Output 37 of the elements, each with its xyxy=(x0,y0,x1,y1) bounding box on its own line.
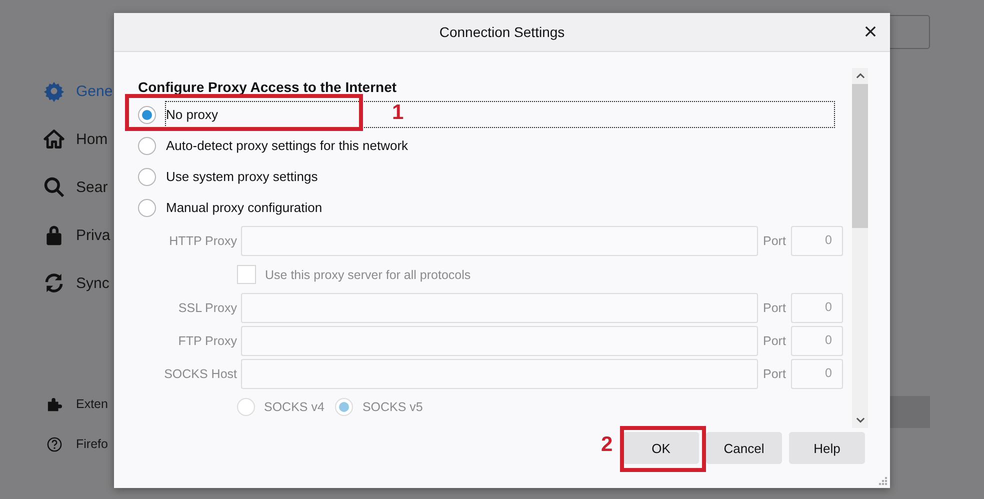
field-label: SSL Proxy xyxy=(177,301,237,315)
cancel-button[interactable]: Cancel xyxy=(706,432,782,464)
search-icon xyxy=(43,176,65,198)
option-label[interactable]: Manual proxy configuration xyxy=(165,194,835,221)
sync-icon xyxy=(43,272,65,294)
scrollbar[interactable] xyxy=(852,68,868,428)
port-label: Port xyxy=(763,234,787,248)
port-label: Port xyxy=(763,301,787,315)
help-icon xyxy=(47,436,62,452)
puzzle-icon xyxy=(47,396,62,412)
field-label: FTP Proxy xyxy=(177,334,237,348)
help-button[interactable]: Help xyxy=(789,432,865,464)
section-heading: Configure Proxy Access to the Internet xyxy=(138,79,398,97)
radio-button[interactable] xyxy=(138,198,156,216)
radio-button[interactable] xyxy=(138,106,156,124)
home-icon xyxy=(43,128,65,150)
option-label[interactable]: Use system proxy settings xyxy=(165,163,835,190)
dialog-title: Connection Settings xyxy=(439,24,565,40)
radio-button[interactable] xyxy=(138,136,156,154)
sidebar-item[interactable]: Firefo xyxy=(0,424,200,464)
field-label: SOCKS Host xyxy=(163,367,237,381)
gear-icon xyxy=(43,80,65,102)
option-label[interactable]: Auto-detect proxy settings for this network xyxy=(165,132,835,159)
content-bar xyxy=(890,396,930,428)
sidebar-item[interactable]: Exten xyxy=(0,384,200,424)
port-label: Port xyxy=(763,334,787,348)
close-icon[interactable] xyxy=(865,26,876,37)
radio-button[interactable] xyxy=(138,168,156,186)
resize-grip-icon[interactable] xyxy=(879,477,887,485)
step-number: 1 xyxy=(392,101,404,125)
step-number: 2 xyxy=(601,433,613,457)
field-label: HTTP Proxy xyxy=(168,234,237,248)
ok-button[interactable]: OK xyxy=(623,432,699,464)
scroll-up-icon[interactable] xyxy=(856,73,864,79)
scrollbar-thumb[interactable] xyxy=(852,84,868,228)
port-label: Port xyxy=(763,367,787,381)
scroll-down-icon[interactable] xyxy=(856,417,864,423)
